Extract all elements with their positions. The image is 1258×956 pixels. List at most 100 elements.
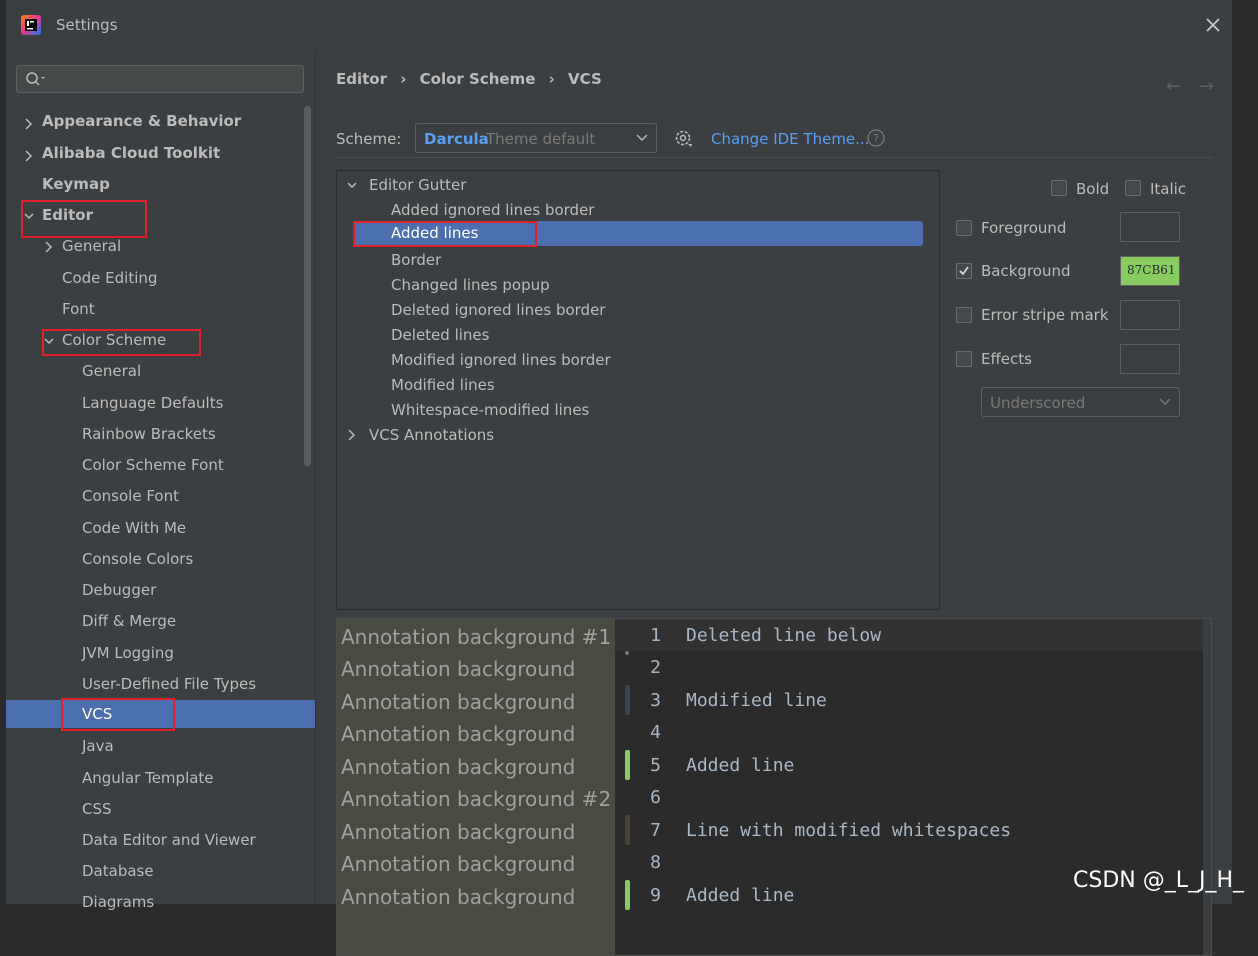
foreground-checkbox[interactable] — [956, 220, 972, 236]
tree-item-changed-lines-popup[interactable]: Changed lines popup — [391, 271, 550, 299]
sidebar-item-code-editing[interactable]: Code Editing — [62, 264, 157, 292]
sidebar-item-code-with-me[interactable]: Code With Me — [82, 514, 186, 542]
breadcrumb: Editor › Color Scheme › VCS — [336, 70, 610, 88]
sidebar-item-cs-general[interactable]: General — [82, 357, 141, 385]
settings-sidebar: Appearance & Behavior Alibaba Cloud Tool… — [6, 52, 316, 911]
annotation-line: Annotation background — [341, 722, 576, 746]
foreground-color-swatch[interactable] — [1120, 212, 1180, 242]
highlight-box — [61, 698, 175, 731]
checkmark-icon — [959, 266, 969, 276]
chevron-down-icon — [636, 134, 648, 141]
sidebar-item-jvm-logging[interactable]: JVM Logging — [82, 639, 174, 667]
sidebar-item-data-editor[interactable]: Data Editor and Viewer — [82, 826, 256, 854]
tree-item-deleted-ignored[interactable]: Deleted ignored lines border — [391, 296, 605, 324]
error-stripe-checkbox[interactable] — [956, 307, 972, 323]
background-label: Background — [981, 262, 1071, 280]
settings-dialog: Settings Appearance & Behavior Alibaba C… — [6, 0, 1232, 956]
sidebar-item-rainbow-brackets[interactable]: Rainbow Brackets — [82, 420, 216, 448]
line-number: 4 — [650, 722, 661, 743]
chevron-right-icon[interactable] — [345, 421, 359, 449]
sidebar-item-alibaba[interactable]: Alibaba Cloud Toolkit — [42, 139, 220, 167]
annotation-line: Annotation background #2 — [341, 787, 612, 811]
italic-label: Italic — [1150, 180, 1187, 198]
help-icon[interactable]: ? — [866, 128, 886, 148]
chevron-right-icon[interactable] — [22, 110, 36, 138]
sidebar-item-css[interactable]: CSS — [82, 795, 112, 823]
bold-checkbox[interactable] — [1051, 180, 1067, 196]
navigation-arrows: ← → — [1166, 76, 1214, 97]
back-arrow-icon[interactable]: ← — [1166, 76, 1181, 97]
sidebar-item-keymap[interactable]: Keymap — [42, 170, 110, 198]
scheme-subtitle: Theme default — [486, 130, 596, 148]
chevron-right-icon[interactable] — [42, 233, 56, 261]
breadcrumb-item[interactable]: Editor — [336, 70, 387, 88]
annotation-column: Annotation background #1 Annotation back… — [337, 619, 615, 955]
sidebar-item-general[interactable]: General — [62, 232, 121, 260]
breadcrumb-item[interactable]: Color Scheme — [420, 70, 536, 88]
annotation-line: Annotation background — [341, 755, 576, 779]
line-number: 9 — [650, 885, 661, 906]
line-number: 6 — [650, 787, 661, 808]
code-line: Added line — [686, 755, 795, 776]
sidebar-item-java[interactable]: Java — [82, 732, 114, 760]
error-stripe-label: Error stripe mark — [981, 306, 1109, 324]
line-number: 3 — [650, 690, 661, 711]
title-bar: Settings — [6, 0, 1232, 53]
sidebar-item-diff-merge[interactable]: Diff & Merge — [82, 607, 176, 635]
tree-group-vcs-annotations[interactable]: VCS Annotations — [369, 421, 494, 449]
highlight-box — [353, 221, 537, 247]
tree-group-editor-gutter[interactable]: Editor Gutter — [369, 171, 466, 199]
tree-item-border[interactable]: Border — [391, 246, 441, 274]
tree-item-added-ignored[interactable]: Added ignored lines border — [391, 196, 594, 224]
line-number: 7 — [650, 820, 661, 841]
change-ide-theme-link[interactable]: Change IDE Theme... — [711, 130, 869, 148]
sidebar-item-debugger[interactable]: Debugger — [82, 576, 156, 604]
error-stripe-color-swatch[interactable] — [1120, 300, 1180, 330]
annotation-line: Annotation background — [341, 885, 576, 909]
sidebar-item-color-scheme-font[interactable]: Color Scheme Font — [82, 451, 224, 479]
sidebar-item-angular-template[interactable]: Angular Template — [82, 764, 214, 792]
line-number: 2 — [650, 657, 661, 678]
annotation-line: Annotation background — [341, 690, 576, 714]
sidebar-item-appearance[interactable]: Appearance & Behavior — [42, 107, 241, 135]
effects-checkbox[interactable] — [956, 351, 972, 367]
preview-scrollbar[interactable] — [1203, 619, 1211, 955]
sidebar-item-console-font[interactable]: Console Font — [82, 482, 179, 510]
sidebar-item-diagrams[interactable]: Diagrams — [82, 888, 154, 916]
annotation-line: Annotation background — [341, 852, 576, 876]
effects-type-select[interactable]: Underscored — [981, 387, 1180, 417]
settings-main-panel: Editor › Color Scheme › VCS ← → Scheme: … — [316, 52, 1232, 956]
tree-item-modified-ignored[interactable]: Modified ignored lines border — [391, 346, 611, 374]
forward-arrow-icon[interactable]: → — [1199, 76, 1214, 97]
background-checkbox[interactable] — [956, 263, 972, 279]
line-number: 5 — [650, 755, 661, 776]
sidebar-item-database[interactable]: Database — [82, 857, 154, 885]
tree-item-deleted-lines[interactable]: Deleted lines — [391, 321, 489, 349]
scheme-select[interactable]: Darcula Theme default — [415, 123, 657, 153]
italic-checkbox[interactable] — [1125, 180, 1141, 196]
tree-item-whitespace-modified[interactable]: Whitespace-modified lines — [391, 396, 589, 424]
gear-icon[interactable] — [672, 127, 694, 149]
tree-item-modified-lines[interactable]: Modified lines — [391, 371, 495, 399]
color-preview-editor: Annotation background #1 Annotation back… — [336, 618, 1212, 956]
sidebar-item-language-defaults[interactable]: Language Defaults — [82, 389, 223, 417]
annotation-line: Annotation background #1 — [341, 625, 612, 649]
background-color-swatch[interactable]: 87CB61 — [1120, 256, 1180, 286]
sidebar-item-console-colors[interactable]: Console Colors — [82, 545, 193, 573]
code-line: Added line — [686, 885, 795, 906]
effects-type-value: Underscored — [990, 394, 1086, 412]
settings-search-input[interactable] — [16, 65, 304, 93]
breadcrumb-separator: › — [400, 70, 407, 88]
chevron-down-icon — [1159, 398, 1171, 405]
sidebar-scrollbar[interactable] — [304, 106, 311, 466]
line-number: 1 — [650, 625, 661, 646]
effects-color-swatch[interactable] — [1120, 344, 1180, 374]
search-icon — [26, 72, 45, 86]
sidebar-item-font[interactable]: Font — [62, 295, 95, 323]
chevron-down-icon[interactable] — [345, 171, 359, 199]
sidebar-item-user-defined-file-types[interactable]: User-Defined File Types — [82, 670, 256, 698]
scheme-name: Darcula — [424, 130, 489, 148]
chevron-right-icon[interactable] — [22, 142, 36, 170]
foreground-label: Foreground — [981, 219, 1067, 237]
close-icon[interactable] — [1202, 14, 1224, 36]
